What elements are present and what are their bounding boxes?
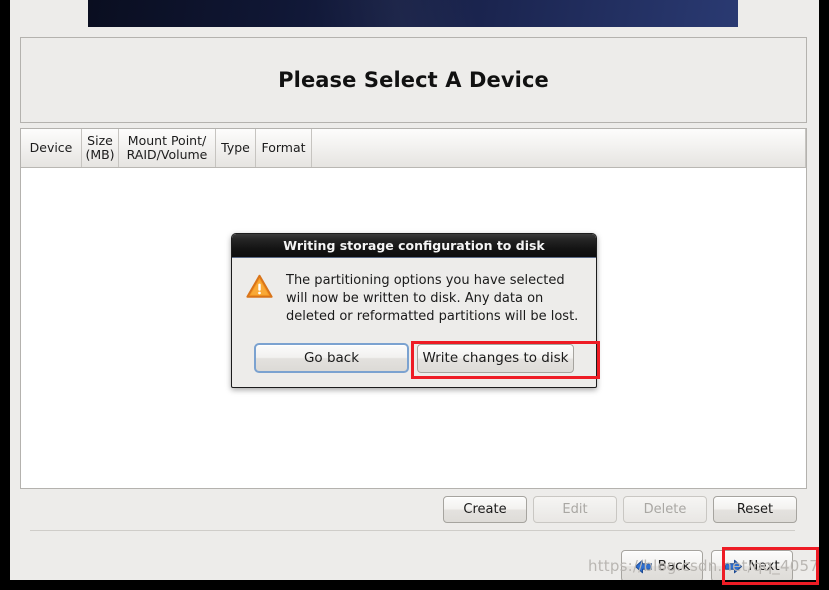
warning-triangle-icon <box>246 274 273 303</box>
go-back-button[interactable]: Go back <box>254 343 409 373</box>
arrow-left-icon <box>634 559 653 574</box>
action-button-row: Create Edit Delete Reset <box>10 494 807 524</box>
delete-button: Delete <box>623 495 707 523</box>
back-button[interactable]: Back <box>621 550 703 580</box>
footer-separator <box>30 530 795 531</box>
title-panel: Please Select A Device <box>20 37 807 123</box>
dialog-title: Writing storage configuration to disk <box>283 238 545 253</box>
table-header-row: Device Size (MB) Mount Point/ RAID/Volum… <box>21 129 806 168</box>
page-title: Please Select A Device <box>278 68 549 92</box>
column-header-type[interactable]: Type <box>216 129 256 167</box>
navigation-button-row: Back Next <box>10 548 807 580</box>
column-header-mount-point[interactable]: Mount Point/ RAID/Volume <box>119 129 216 167</box>
column-header-format[interactable]: Format <box>256 129 312 167</box>
dialog-button-row: Go back Write changes to disk <box>232 343 596 373</box>
arrow-right-icon <box>724 559 743 574</box>
column-header-device[interactable]: Device <box>21 129 82 167</box>
next-button-label: Next <box>748 558 780 574</box>
column-header-filler <box>312 129 806 167</box>
column-header-size[interactable]: Size (MB) <box>82 129 119 167</box>
write-changes-to-disk-button[interactable]: Write changes to disk <box>417 343 574 373</box>
writing-storage-configuration-dialog: Writing storage configuration to disk Th… <box>231 233 597 388</box>
installer-window: Please Select A Device Device Size (MB) … <box>10 0 819 580</box>
installer-banner <box>88 0 738 27</box>
dialog-body: The partitioning options you have select… <box>232 258 596 325</box>
next-button[interactable]: Next <box>711 550 793 580</box>
edit-button: Edit <box>533 495 617 523</box>
dialog-titlebar: Writing storage configuration to disk <box>232 234 596 258</box>
dialog-message: The partitioning options you have select… <box>286 273 579 324</box>
reset-button[interactable]: Reset <box>713 495 797 523</box>
back-button-label: Back <box>657 558 691 574</box>
create-button[interactable]: Create <box>443 495 527 523</box>
